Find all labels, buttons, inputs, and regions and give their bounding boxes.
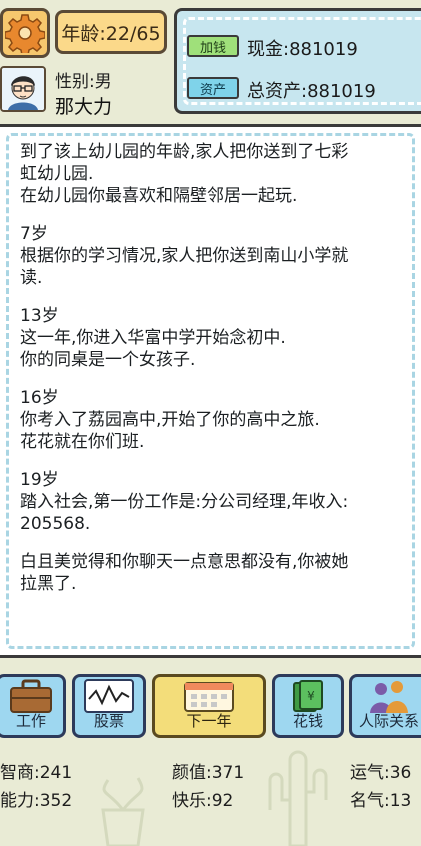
- log-entry: 白且美觉得和你聊天一点意思都没有,你被她 拉黑了.: [20, 551, 400, 595]
- gear-icon: [5, 14, 45, 53]
- avatar: [0, 66, 46, 112]
- assets-button[interactable]: 资产: [187, 77, 239, 99]
- log-line: 你考入了荔园高中,开始了你的高中之旅.: [20, 410, 320, 430]
- fame-stat: 名气:13: [350, 791, 412, 811]
- life-log-panel[interactable]: 到了该上幼儿园的年龄,家人把你送到了七彩 虹幼儿园. 在幼儿园你最喜欢和隔壁邻居…: [0, 124, 421, 658]
- ability-stat: 能力:352: [0, 791, 73, 811]
- stocks-label: 股票: [93, 712, 124, 730]
- add-money-button[interactable]: 加钱: [187, 35, 239, 57]
- people-icon: [370, 681, 408, 713]
- log-entry: 到了该上幼儿园的年龄,家人把你送到了七彩 虹幼儿园. 在幼儿园你最喜欢和隔壁邻居…: [20, 141, 400, 207]
- log-entry: 19岁 踏入社会,第一份工作是:分公司经理,年收入: 205568.: [20, 469, 400, 535]
- looks-stat: 颜值:371: [172, 763, 245, 783]
- log-year: 13岁: [20, 306, 59, 326]
- luck-stat: 运气:36: [350, 763, 412, 783]
- spend-money-label: 花钱: [292, 712, 323, 730]
- age-label: 年龄:22/65: [61, 22, 161, 45]
- gender-label: 性别:男: [55, 72, 112, 92]
- log-line: 在幼儿园你最喜欢和隔壁邻居一起玩.: [20, 186, 298, 206]
- spend-money-button[interactable]: ¥ 花钱: [272, 674, 344, 738]
- stock-chart-icon: [84, 679, 134, 713]
- log-entry: 7岁 根据你的学习情况,家人把你送到南山小学就 读.: [20, 223, 400, 289]
- cash-label: 现金:881019: [247, 39, 358, 60]
- total-assets-label: 总资产:881019: [247, 81, 376, 102]
- money-icon: ¥: [293, 680, 323, 712]
- briefcase-icon: [10, 679, 52, 713]
- log-line: 虹幼儿园.: [20, 164, 94, 184]
- log-list: 到了该上幼儿园的年龄,家人把你送到了七彩 虹幼儿园. 在幼儿园你最喜欢和隔壁邻居…: [20, 141, 400, 611]
- log-line: 踏入社会,第一份工作是:分公司经理,年收入:: [20, 492, 349, 512]
- log-year: 19岁: [20, 470, 59, 490]
- log-line: 拉黑了.: [20, 574, 77, 594]
- log-year: 7岁: [20, 224, 48, 244]
- age-display: 年龄:22/65: [55, 10, 167, 54]
- money-panel: 加钱 现金:881019 资产 总资产:881019: [174, 8, 421, 114]
- log-entry: 13岁 这一年,你进入华富中学开始念初中. 你的同桌是一个女孩子.: [20, 305, 400, 371]
- log-line: 205568.: [20, 514, 91, 534]
- log-line: 读.: [20, 268, 43, 288]
- next-year-button[interactable]: 下一年: [152, 674, 266, 738]
- svg-text:¥: ¥: [307, 689, 315, 703]
- boy-avatar-icon: [2, 68, 44, 110]
- log-line: 白且美觉得和你聊天一点意思都没有,你被她: [20, 552, 349, 572]
- action-bar: 工作 股票 下一年 ¥ 花钱 人际关系: [0, 664, 421, 748]
- work-label: 工作: [15, 712, 46, 730]
- settings-button[interactable]: [0, 8, 50, 58]
- plant-pot-decoration: [101, 777, 145, 846]
- next-year-label: 下一年: [186, 712, 232, 730]
- log-line: 到了该上幼儿园的年龄,家人把你送到了七彩: [20, 142, 349, 162]
- character-name: 那大力: [55, 96, 113, 118]
- relationships-button[interactable]: 人际关系: [349, 674, 421, 738]
- log-entry: 16岁 你考入了荔园高中,开始了你的高中之旅. 花花就在你们班.: [20, 387, 400, 453]
- log-line: 你的同桌是一个女孩子.: [20, 350, 196, 370]
- work-button[interactable]: 工作: [0, 674, 66, 738]
- relationships-label: 人际关系: [358, 712, 419, 730]
- stocks-button[interactable]: 股票: [72, 674, 146, 738]
- log-line: 根据你的学习情况,家人把你送到南山小学就: [20, 246, 349, 266]
- log-line: 花花就在你们班.: [20, 432, 145, 452]
- log-line: 这一年,你进入华富中学开始念初中.: [20, 328, 286, 348]
- iq-stat: 智商:241: [0, 763, 73, 783]
- calendar-icon: [184, 682, 234, 712]
- happiness-stat: 快乐:92: [172, 791, 234, 811]
- log-year: 16岁: [20, 388, 59, 408]
